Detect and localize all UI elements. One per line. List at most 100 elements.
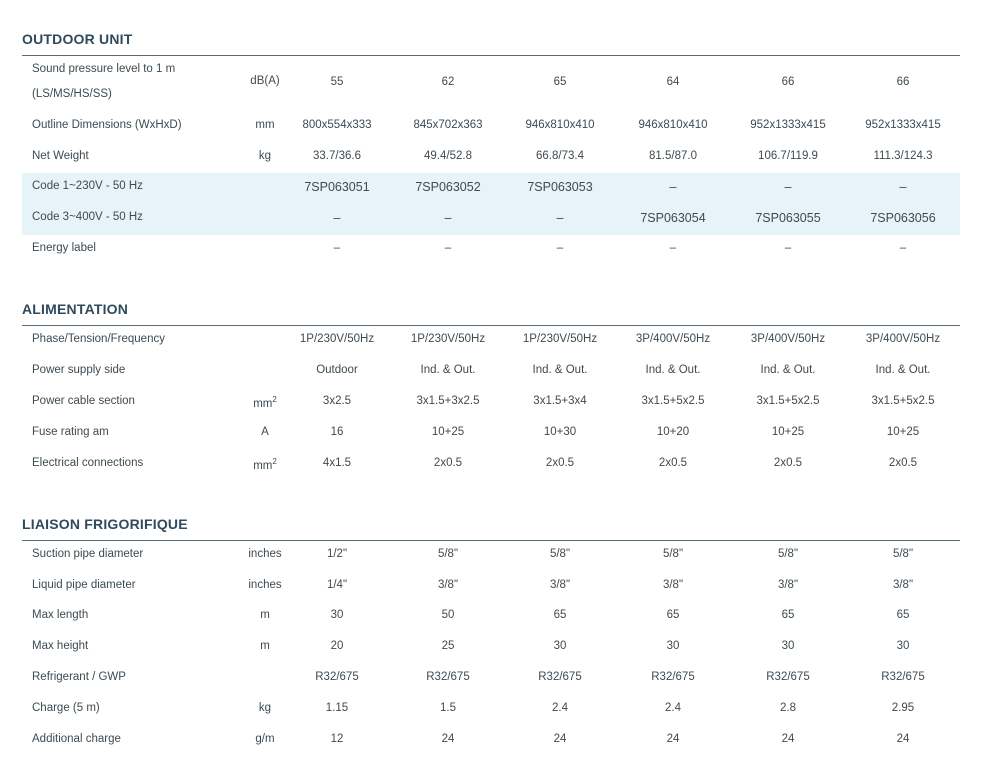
- value-cell: 3x2.5: [322, 395, 352, 407]
- value-cell: –: [784, 242, 792, 254]
- row-label: Power supply side: [32, 364, 126, 376]
- value-cell: 30: [330, 609, 344, 621]
- value-cell: 10+25: [771, 426, 805, 438]
- row-label-sub: (LS/MS/HS/SS): [32, 88, 112, 100]
- value-cell: Ind. & Out.: [760, 364, 816, 376]
- value-cell: 1P/230V/50Hz: [410, 333, 486, 345]
- value-cell: 24: [781, 733, 795, 745]
- unit-superscript: 2: [272, 395, 277, 404]
- value-cell: R32/675: [766, 671, 810, 683]
- value-cell: 2.8: [780, 702, 796, 714]
- value-cell: R32/675: [315, 671, 359, 683]
- value-cell: 62: [441, 76, 455, 88]
- value-cell: R32/675: [538, 671, 582, 683]
- value-cell: 24: [666, 733, 680, 745]
- value-cell: 3x1.5+5x2.5: [756, 395, 820, 407]
- value-cell: 7SP063055: [755, 211, 821, 225]
- value-cell: 24: [441, 733, 455, 745]
- value-cell: 65: [666, 609, 680, 621]
- value-cell: Outdoor: [316, 364, 358, 376]
- row-label: Energy label: [32, 242, 96, 254]
- value-cell: 3/8": [662, 579, 684, 591]
- row-label: Max height: [32, 640, 89, 652]
- unit-text: mm: [253, 397, 273, 410]
- value-cell: 3P/400V/50Hz: [635, 333, 711, 345]
- value-cell: 5/8": [549, 548, 571, 560]
- value-cell: 12: [330, 733, 344, 745]
- value-cell: 3/8": [777, 579, 799, 591]
- value-cell: –: [556, 211, 564, 225]
- section-divider: [22, 325, 960, 326]
- row-label: Liquid pipe diameter: [32, 579, 136, 591]
- value-cell: 5/8": [892, 548, 914, 560]
- row-label: Code 1~230V - 50 Hz: [32, 180, 143, 192]
- spec-row-power-cable: Power cable section mm2 3x2.5 3x1.5+3x2.…: [22, 395, 960, 415]
- value-cell: 2x0.5: [545, 457, 575, 469]
- value-cell: 81.5/87.0: [649, 150, 697, 162]
- spec-row-liquid-pipe: Liquid pipe diameter inches 1/4" 3/8" 3/…: [22, 579, 960, 599]
- value-cell: 1/4": [326, 579, 348, 591]
- spec-row-code-400v: Code 3~400V - 50 Hz – – – 7SP063054 7SP0…: [22, 204, 960, 235]
- value-cell: 7SP063056: [870, 211, 936, 225]
- value-cell: 946x810x410: [525, 119, 595, 131]
- value-cell: 30: [896, 640, 910, 652]
- value-cell: Ind. & Out.: [875, 364, 931, 376]
- value-cell: 65: [553, 76, 567, 88]
- value-cell: –: [669, 180, 677, 194]
- value-cell: –: [333, 211, 341, 225]
- value-cell: 7SP063054: [640, 211, 706, 225]
- value-cell: 66: [896, 76, 910, 88]
- value-cell: 7SP063051: [304, 180, 370, 194]
- value-cell: 10+30: [543, 426, 577, 438]
- spec-row-dimensions: Outline Dimensions (WxHxD) mm 800x554x33…: [22, 119, 960, 139]
- value-cell: 65: [781, 609, 795, 621]
- value-cell: 4x1.5: [322, 457, 352, 469]
- value-cell: 16: [330, 426, 344, 438]
- row-label: Max length: [32, 609, 89, 621]
- row-label: Net Weight: [32, 150, 89, 162]
- value-cell: 3x1.5+3x4: [533, 395, 587, 407]
- value-cell: 33.7/36.6: [313, 150, 361, 162]
- spec-row-additional-charge: Additional charge g/m 12 24 24 24 24 24: [22, 733, 960, 753]
- value-cell: 24: [896, 733, 910, 745]
- value-cell: 1/2": [326, 548, 348, 560]
- value-cell: 10+25: [431, 426, 465, 438]
- spec-row-max-length: Max length m 30 50 65 65 65 65: [22, 609, 960, 629]
- value-cell: 5/8": [437, 548, 459, 560]
- value-cell: –: [899, 242, 907, 254]
- value-cell: Ind. & Out.: [532, 364, 588, 376]
- value-cell: 55: [330, 76, 344, 88]
- value-cell: 3P/400V/50Hz: [750, 333, 826, 345]
- value-cell: –: [444, 211, 452, 225]
- value-cell: 3/8": [892, 579, 914, 591]
- value-cell: 3P/400V/50Hz: [865, 333, 941, 345]
- value-cell: –: [556, 242, 564, 254]
- value-cell: 65: [896, 609, 910, 621]
- section-title: OUTDOOR UNIT: [22, 31, 133, 47]
- value-cell: 5/8": [662, 548, 684, 560]
- spec-row-fuse: Fuse rating am A 16 10+25 10+30 10+20 10…: [22, 426, 960, 446]
- row-label: Code 3~400V - 50 Hz: [32, 211, 143, 223]
- row-label: Suction pipe diameter: [32, 548, 144, 560]
- value-cell: –: [669, 242, 677, 254]
- value-cell: 30: [553, 640, 567, 652]
- spec-row-max-height: Max height m 20 25 30 30 30 30: [22, 640, 960, 660]
- row-label: Refrigerant / GWP: [32, 671, 126, 683]
- section-divider: [22, 55, 960, 56]
- value-cell: 1P/230V/50Hz: [299, 333, 375, 345]
- value-cell: 2x0.5: [888, 457, 918, 469]
- row-label: Charge (5 m): [32, 702, 100, 714]
- value-cell: 5/8": [777, 548, 799, 560]
- spec-row-electrical: Electrical connections mm2 4x1.5 2x0.5 2…: [22, 457, 960, 477]
- spec-row-energy-label: Energy label – – – – – –: [22, 242, 960, 262]
- value-cell: 25: [441, 640, 455, 652]
- value-cell: 2x0.5: [658, 457, 688, 469]
- unit-superscript: 2: [272, 457, 277, 466]
- value-cell: 64: [666, 76, 680, 88]
- spec-row-code-230v: Code 1~230V - 50 Hz 7SP063051 7SP063052 …: [22, 173, 960, 204]
- spec-row-net-weight: Net Weight kg 33.7/36.6 49.4/52.8 66.8/7…: [22, 150, 960, 170]
- value-cell: 24: [553, 733, 567, 745]
- value-cell: 3x1.5+3x2.5: [416, 395, 480, 407]
- row-label: Electrical connections: [32, 457, 144, 469]
- value-cell: 30: [666, 640, 680, 652]
